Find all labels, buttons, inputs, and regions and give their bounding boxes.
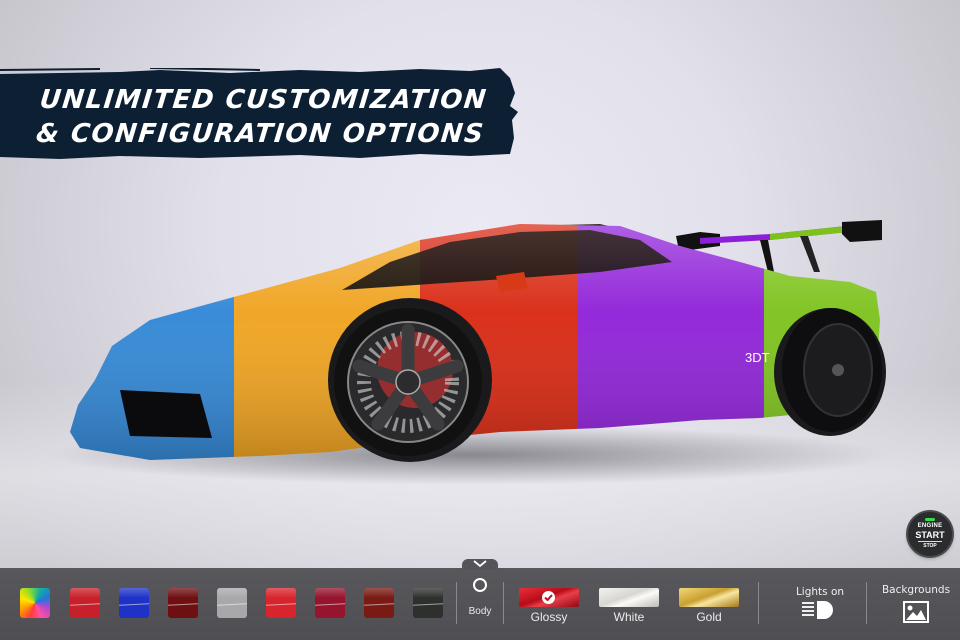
color-swatch-charcoal[interactable]	[413, 588, 443, 618]
engine-divider	[918, 541, 942, 542]
toolbar-divider	[456, 582, 457, 624]
body-label: Body	[468, 606, 492, 617]
backgrounds-label: Backgrounds	[881, 584, 951, 596]
lights-label: Lights on	[795, 586, 845, 598]
lights-toggle-button[interactable]: Lights on	[790, 580, 850, 624]
front-wheel	[334, 308, 482, 456]
chevron-down-icon	[473, 560, 487, 568]
color-swatch-bright-red[interactable]	[266, 588, 296, 618]
color-swatch-blue[interactable]	[119, 588, 149, 618]
finish-glossy-label: Glossy	[530, 610, 568, 624]
color-wheel-swatch[interactable]	[20, 588, 50, 618]
color-swatch-maroon[interactable]	[364, 588, 394, 618]
body-part-selector[interactable]: Body	[460, 574, 500, 624]
stop-label: STOP	[923, 543, 937, 549]
engine-label: ENGINE	[917, 523, 943, 529]
finish-gold-button[interactable]	[679, 588, 739, 607]
rear-wheel	[782, 308, 882, 432]
front-intake	[120, 390, 212, 438]
engine-indicator-light	[925, 518, 935, 521]
body-circle-icon	[473, 578, 487, 592]
finish-white-button[interactable]	[599, 588, 659, 607]
toolbar-divider	[503, 582, 504, 624]
image-icon	[903, 601, 929, 623]
color-swatch-dark-red[interactable]	[168, 588, 198, 618]
color-swatch-silver[interactable]	[217, 588, 247, 618]
start-label: START	[915, 530, 945, 540]
selected-check-icon	[542, 591, 555, 604]
car-preview[interactable]: 3DT	[0, 0, 960, 560]
brand-badge: 3DT	[745, 350, 770, 365]
backgrounds-button[interactable]: Backgrounds	[876, 580, 956, 624]
finish-gold-label: Gold	[696, 610, 722, 624]
toolbar-divider	[758, 582, 759, 624]
headlight-icon	[802, 601, 833, 619]
engine-start-stop-button[interactable]: ENGINE START STOP	[908, 512, 952, 556]
collapse-toolbar-handle[interactable]	[462, 559, 498, 570]
finish-glossy-button[interactable]	[519, 588, 579, 607]
color-swatch-crimson[interactable]	[315, 588, 345, 618]
finish-white-label: White	[613, 610, 645, 624]
color-swatch-red[interactable]	[70, 588, 100, 618]
toolbar-divider	[866, 582, 867, 624]
